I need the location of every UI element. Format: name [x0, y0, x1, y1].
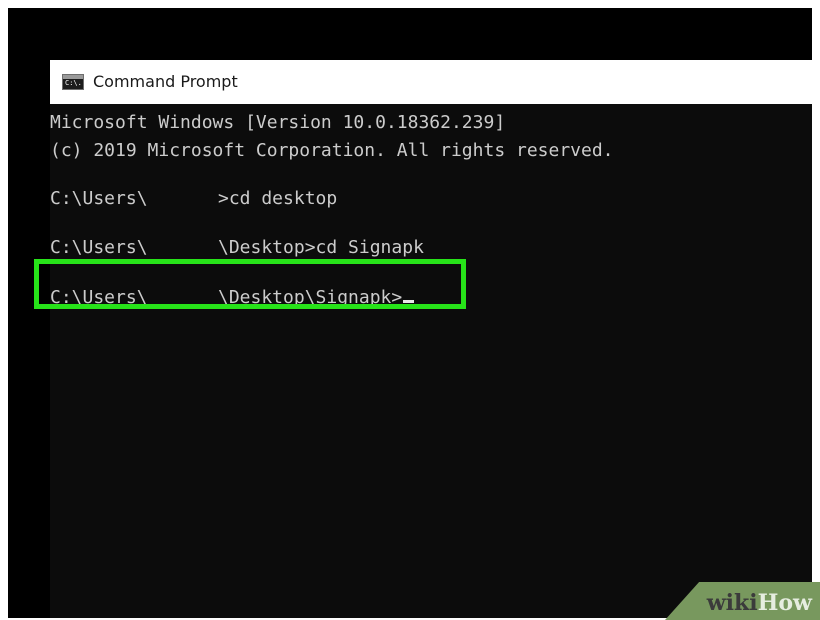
copyright-line: (c) 2019 Microsoft Corporation. All righ… [50, 140, 614, 161]
highlight-box [34, 259, 466, 309]
command-line-cd-desktop: C:\Users\ >cd desktop [50, 185, 337, 213]
prompt-command: >cd desktop [218, 188, 338, 209]
command-prompt-window: C:\. Command Prompt Microsoft Windows [V… [50, 60, 812, 618]
title-bar[interactable]: C:\. Command Prompt [50, 60, 812, 104]
prompt-command: \Desktop>cd Signapk [218, 237, 424, 258]
window-title: Command Prompt [93, 72, 238, 91]
watermark-how: How [757, 590, 812, 616]
command-line-cd-signapk: C:\Users\ \Desktop>cd Signapk [50, 234, 424, 262]
terminal-output[interactable]: Microsoft Windows [Version 10.0.18362.23… [50, 104, 812, 618]
screenshot-frame: C:\. Command Prompt Microsoft Windows [V… [8, 8, 812, 618]
prompt-path-prefix: C:\Users\ [50, 237, 148, 258]
version-line: Microsoft Windows [Version 10.0.18362.23… [50, 112, 506, 133]
prompt-path-prefix: C:\Users\ [50, 188, 148, 209]
watermark-wiki: wiki [706, 590, 758, 616]
icon-label: C:\. [65, 79, 82, 87]
cmd-icon: C:\. [62, 74, 84, 90]
